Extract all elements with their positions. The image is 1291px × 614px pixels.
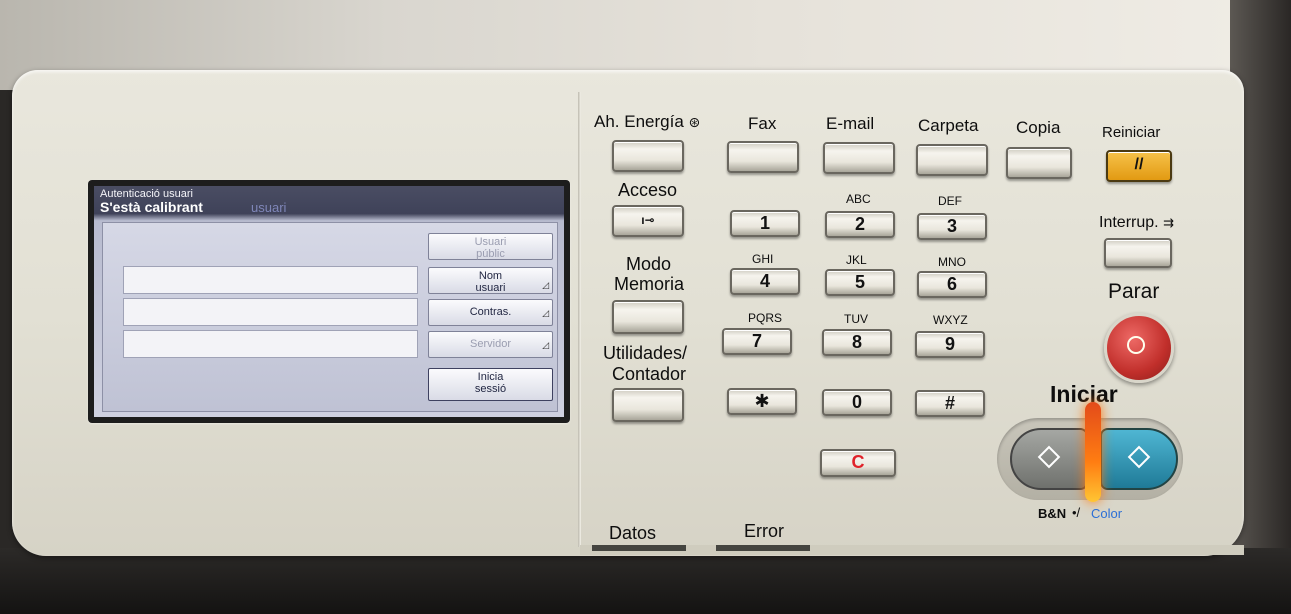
- login-line1: Inicia: [477, 371, 504, 383]
- data-indicator: [592, 545, 686, 551]
- key-star[interactable]: ✱: [727, 388, 797, 415]
- start-color-button[interactable]: [1100, 428, 1178, 490]
- clear-button[interactable]: C: [820, 449, 896, 477]
- start-label: Iniciar: [1050, 381, 1118, 407]
- user-name-field[interactable]: [123, 266, 418, 294]
- start-diamond-icon: [1037, 445, 1061, 469]
- energy-label: Ah. Energía ⊛: [594, 112, 700, 132]
- access-button[interactable]: ı⊸: [612, 205, 684, 237]
- server-label: Servidor: [470, 338, 511, 350]
- key-2[interactable]: 2: [825, 211, 895, 238]
- energy-save-button[interactable]: [612, 140, 684, 172]
- data-label: Datos: [609, 523, 657, 543]
- login-area: Usuari públic Nom usuari ◿ Contras. ◿ Se…: [102, 222, 558, 412]
- memory-mode-label-2: Memoria: [614, 274, 685, 294]
- login-button[interactable]: Inicia sessió: [428, 368, 553, 401]
- key-3-letters: DEF: [938, 194, 962, 208]
- panel-divider: [578, 92, 581, 547]
- corner-arrow-icon: ◿: [542, 308, 549, 318]
- interrupt-label: Interrup. ⇉: [1099, 214, 1174, 232]
- stop-button[interactable]: [1104, 313, 1174, 383]
- screen-status-suffix: usuari: [251, 200, 287, 215]
- corner-arrow-icon: ◿: [542, 340, 549, 350]
- folder-button[interactable]: [916, 144, 988, 176]
- user-name-button[interactable]: Nom usuari ◿: [428, 267, 553, 294]
- password-button[interactable]: Contras. ◿: [428, 299, 553, 326]
- memory-mode-label-1: Modo: [626, 254, 672, 274]
- interrupt-label-text: Interrup.: [1099, 214, 1159, 231]
- key-icon: ı⊸: [641, 213, 655, 227]
- memory-mode-button[interactable]: [612, 300, 684, 334]
- start-diamond-icon: [1127, 445, 1151, 469]
- server-field[interactable]: [123, 330, 418, 358]
- login-line2: sessió: [474, 383, 507, 395]
- access-label: Acceso: [618, 180, 678, 200]
- utilities-counter-button[interactable]: [612, 388, 684, 422]
- password-field[interactable]: [123, 298, 418, 326]
- key-9[interactable]: 9: [915, 331, 985, 358]
- stop-icon: [1127, 336, 1145, 354]
- fax-label: Fax: [748, 114, 777, 133]
- folder-label: Carpeta: [918, 116, 979, 135]
- key-5[interactable]: 5: [825, 269, 895, 296]
- screen-status: S'està calibrant: [100, 199, 203, 215]
- key-4[interactable]: 4: [730, 268, 800, 295]
- error-indicator: [716, 545, 810, 551]
- public-user-line2: públic: [476, 248, 505, 260]
- printer-body-bottom: [0, 548, 1291, 614]
- password-label: Contras.: [469, 306, 512, 318]
- error-label: Error: [744, 521, 784, 541]
- public-user-line1: Usuari: [474, 236, 507, 248]
- energy-label-text: Ah. Energía: [594, 112, 684, 131]
- utilities-label-2: Contador: [612, 364, 687, 384]
- lcd-touchscreen: Autenticació usuari S'està calibrant usu…: [94, 186, 564, 417]
- reset-label: Reiniciar: [1102, 124, 1161, 141]
- key-4-letters: GHI: [752, 252, 774, 266]
- key-6-letters: MNO: [938, 255, 966, 269]
- color-label: Color: [1091, 506, 1123, 521]
- server-button[interactable]: Servidor ◿: [428, 331, 553, 358]
- key-2-letters: ABC: [846, 192, 871, 206]
- key-0[interactable]: 0: [822, 389, 892, 416]
- key-9-letters: WXYZ: [933, 313, 968, 327]
- key-1[interactable]: 1: [730, 210, 800, 237]
- copy-label: Copia: [1016, 118, 1061, 137]
- email-label: E-mail: [826, 114, 875, 133]
- reset-button[interactable]: //: [1106, 150, 1172, 182]
- bw-label: B&N: [1038, 506, 1067, 521]
- key-7[interactable]: 7: [722, 328, 792, 355]
- power-save-icon: ⊛: [688, 114, 701, 130]
- email-button[interactable]: [823, 142, 895, 174]
- interrupt-icon: ⇉: [1163, 215, 1174, 230]
- key-7-letters: PQRS: [748, 311, 783, 325]
- key-8[interactable]: 8: [822, 329, 892, 356]
- stop-label: Parar: [1108, 280, 1160, 303]
- start-bw-button[interactable]: [1010, 428, 1088, 490]
- public-user-button[interactable]: Usuari públic: [428, 233, 553, 260]
- copy-button[interactable]: [1006, 147, 1072, 179]
- interrupt-button[interactable]: [1104, 238, 1172, 268]
- fax-button[interactable]: [727, 141, 799, 173]
- key-8-letters: TUV: [844, 312, 868, 326]
- user-name-line2: usuari: [475, 282, 506, 294]
- reset-slash-icon: //: [1134, 156, 1144, 173]
- key-6[interactable]: 6: [917, 271, 987, 298]
- user-name-line1: Nom: [478, 270, 503, 282]
- start-indicator-led: [1085, 402, 1101, 502]
- key-5-letters: JKL: [846, 253, 867, 267]
- key-3[interactable]: 3: [917, 213, 987, 240]
- key-hash[interactable]: #: [915, 390, 985, 417]
- utilities-label-1: Utilidades/: [603, 343, 688, 363]
- corner-arrow-icon: ◿: [542, 280, 549, 290]
- bw-color-separator: •/: [1072, 505, 1081, 520]
